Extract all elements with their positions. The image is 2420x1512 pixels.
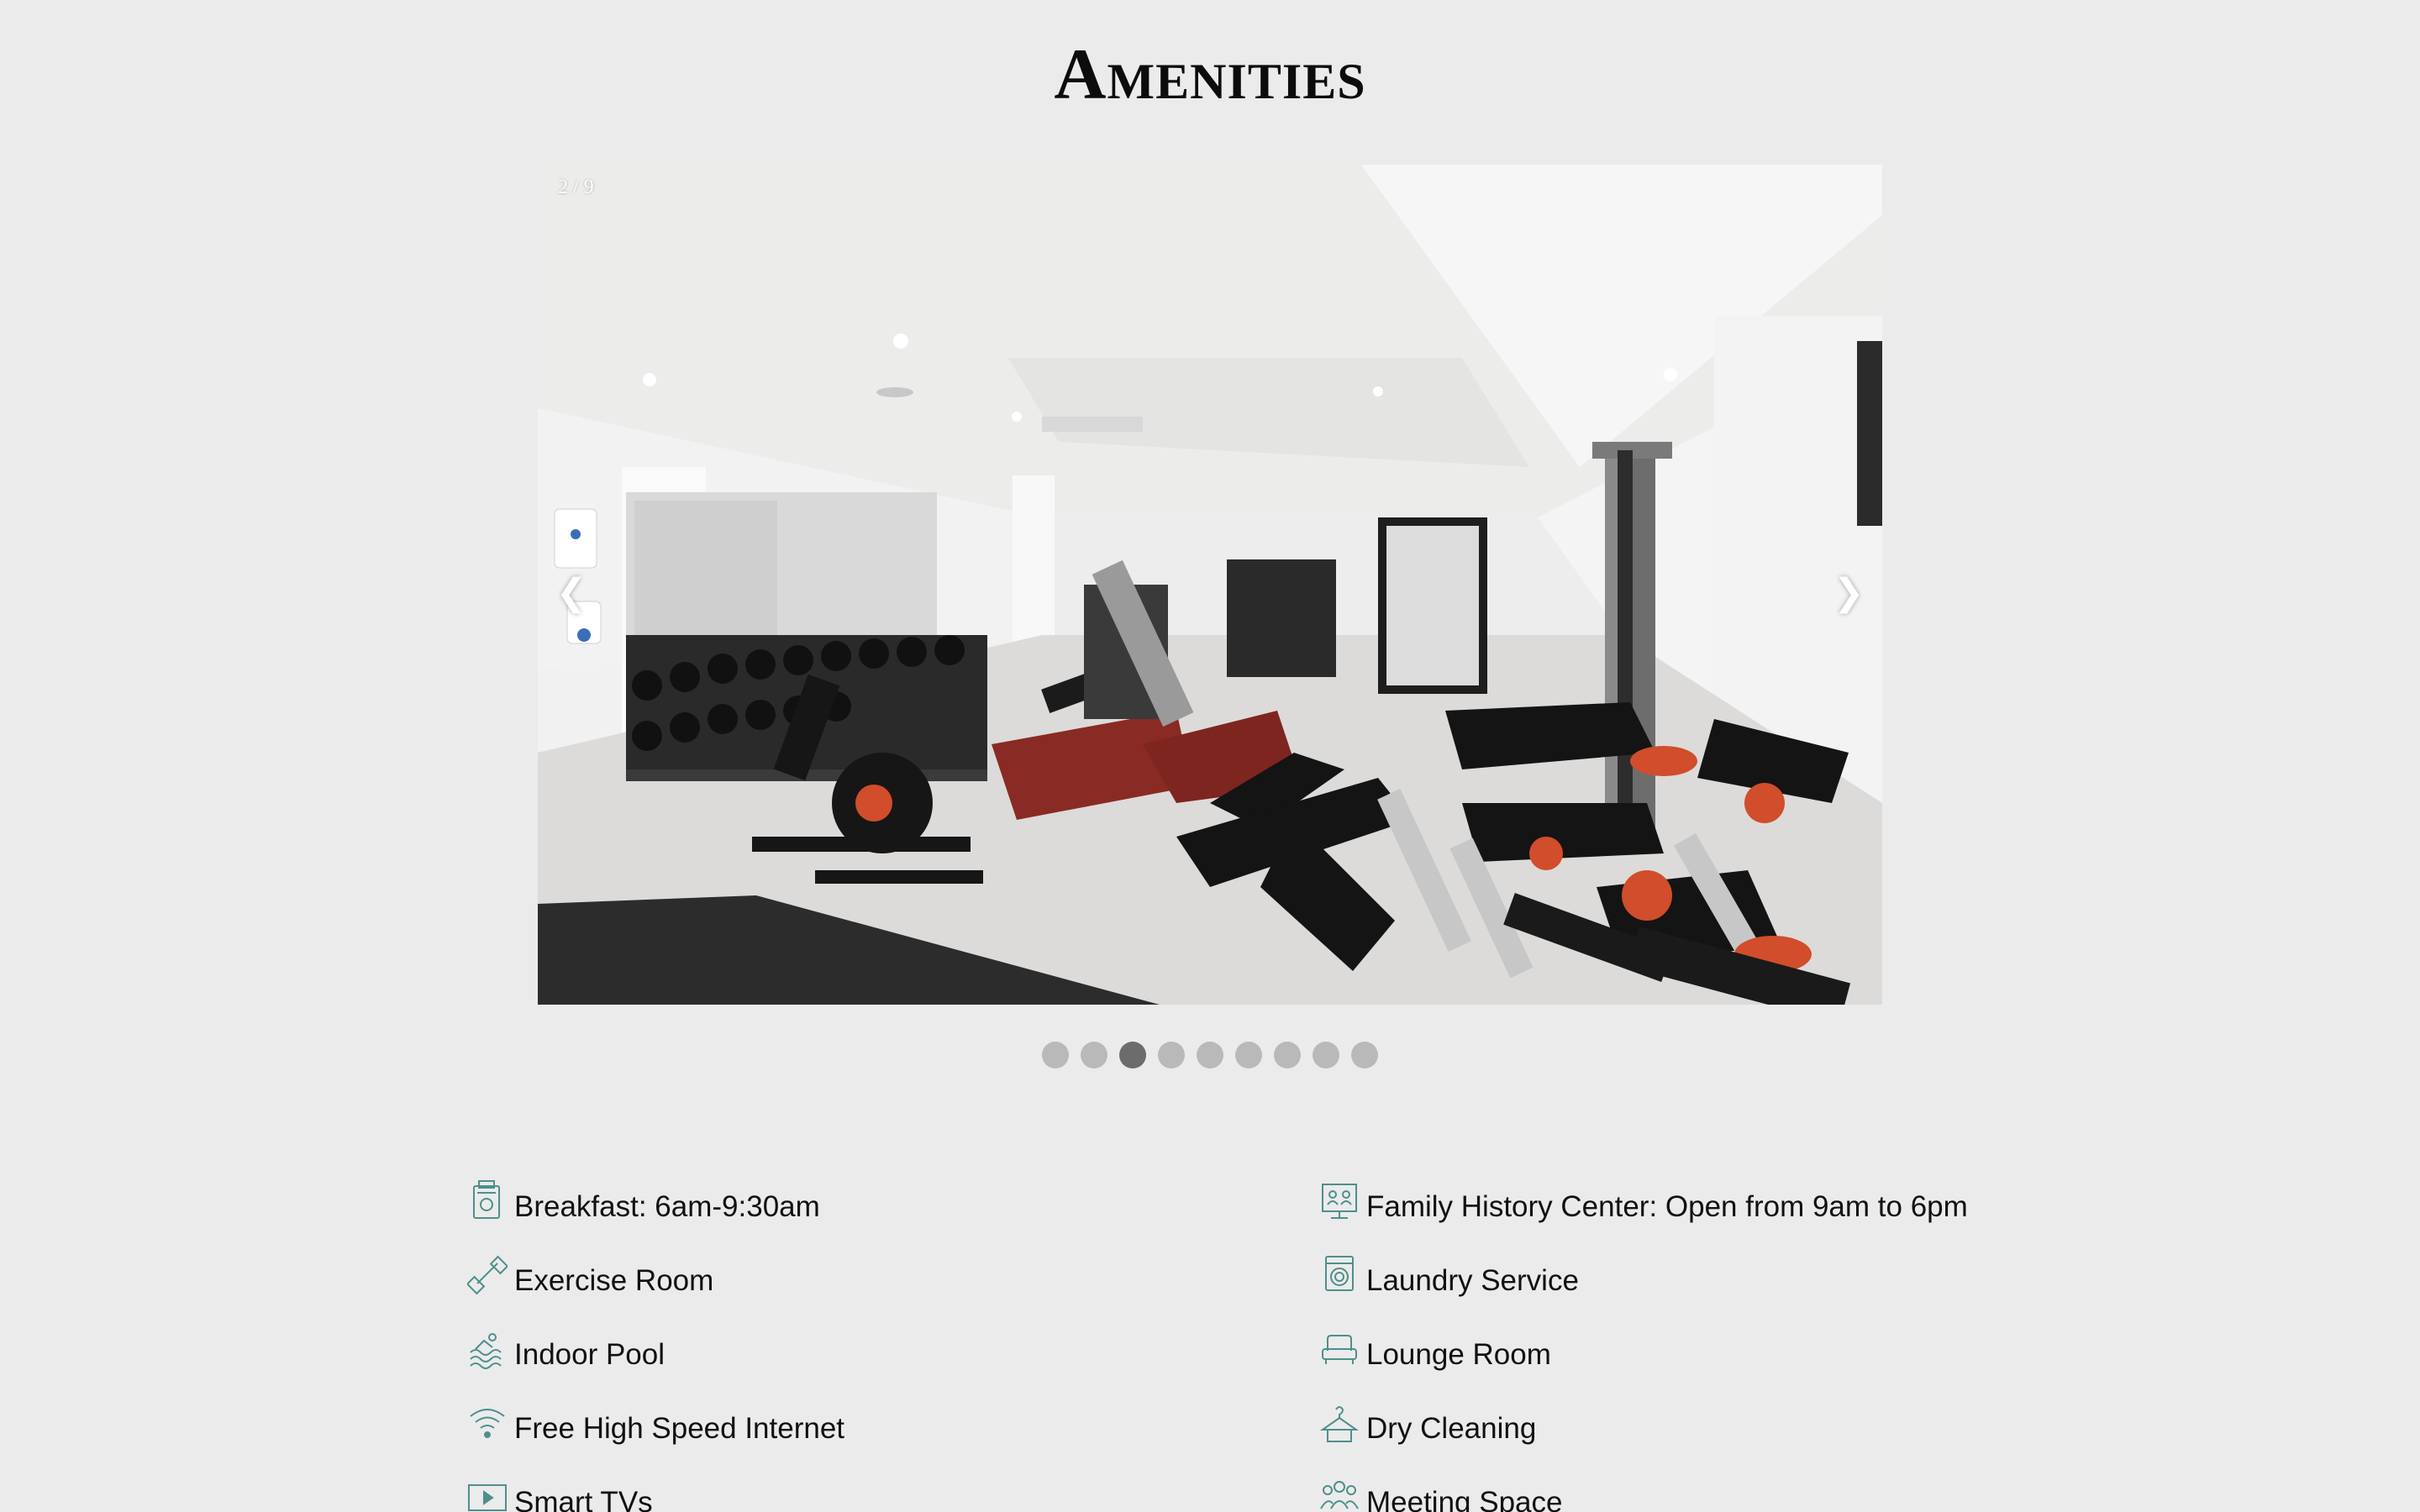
washer-icon (1319, 1253, 1360, 1297)
amenity-label: Lounge Room (1366, 1338, 1551, 1371)
dumbbell-icon (466, 1253, 509, 1297)
amenity-item: Laundry Service (1319, 1250, 1579, 1300)
gym-photo (538, 165, 1882, 1005)
carousel-dot[interactable] (1274, 1042, 1301, 1068)
amenity-item: Family History Center: Open from 9am to … (1319, 1176, 1968, 1226)
amenity-item: Free High Speed Internet (467, 1398, 844, 1448)
sofa-icon (1319, 1327, 1360, 1371)
amenity-item: Dry Cleaning (1319, 1398, 1536, 1448)
people-icon (1319, 1475, 1360, 1512)
amenity-label: Smart TVs (514, 1486, 653, 1512)
hanger-icon (1319, 1401, 1360, 1445)
amenity-label: Breakfast: 6am-9:30am (514, 1190, 820, 1223)
amenities-list: Breakfast: 6am-9:30am Exercise Room Indo… (466, 1176, 2064, 1512)
amenity-label: Exercise Room (514, 1264, 714, 1297)
image-carousel[interactable]: 2 / 9 ❮ ❯ (538, 165, 1882, 1005)
carousel-dot-active[interactable] (1119, 1042, 1146, 1068)
amenity-item: Meeting Space (1319, 1472, 1562, 1512)
carousel-dot[interactable] (1081, 1042, 1107, 1068)
carousel-dot[interactable] (1197, 1042, 1223, 1068)
breakfast-icon (467, 1179, 508, 1223)
amenity-item: Lounge Room (1319, 1324, 1551, 1374)
amenity-label: Indoor Pool (514, 1338, 666, 1371)
amenity-label: Dry Cleaning (1366, 1412, 1537, 1445)
carousel-dot[interactable] (1235, 1042, 1262, 1068)
amenity-label: Meeting Space (1366, 1486, 1563, 1512)
amenity-item: Smart TVs (467, 1472, 653, 1512)
previous-slide-button[interactable]: ❮ (546, 559, 597, 627)
amenity-item: Breakfast: 6am-9:30am (467, 1176, 820, 1226)
tv-icon (467, 1475, 508, 1512)
carousel-dot[interactable] (1042, 1042, 1069, 1068)
amenity-label: Free High Speed Internet (514, 1412, 845, 1445)
carousel-dot[interactable] (1351, 1042, 1378, 1068)
wifi-icon (467, 1401, 508, 1445)
next-slide-button[interactable]: ❯ (1823, 559, 1874, 627)
pool-icon (467, 1327, 508, 1371)
carousel-dots (1042, 1042, 1378, 1068)
amenity-item: Exercise Room (466, 1250, 714, 1300)
slide-counter: 2 / 9 (558, 176, 594, 198)
amenity-label: Family History Center: Open from 9am to … (1366, 1190, 1968, 1223)
amenity-label: Laundry Service (1366, 1264, 1579, 1297)
page-title: Amenities (1054, 34, 1366, 114)
amenity-item: Indoor Pool (467, 1324, 665, 1374)
carousel-dot[interactable] (1158, 1042, 1185, 1068)
family-history-icon (1319, 1179, 1360, 1223)
carousel-dot[interactable] (1313, 1042, 1339, 1068)
